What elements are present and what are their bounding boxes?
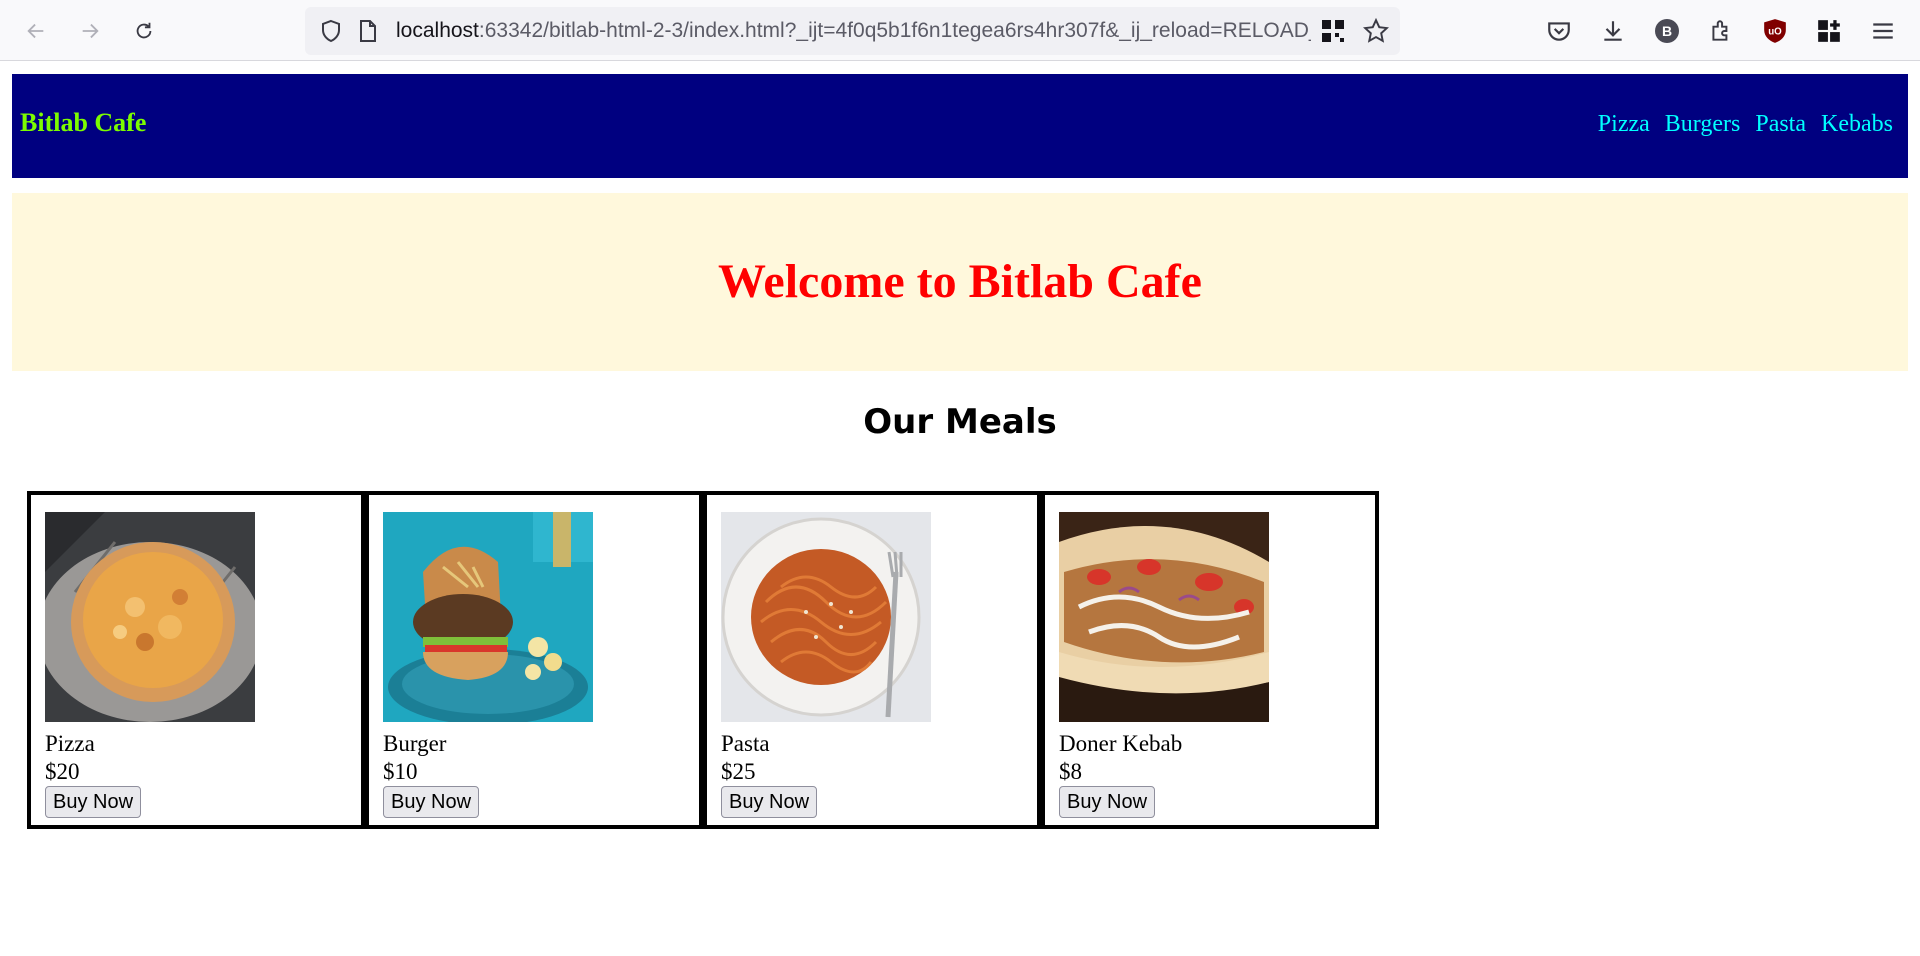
doner-kebab-image — [1059, 512, 1269, 722]
buy-now-button-doner-kebab[interactable]: Buy Now — [1059, 786, 1156, 818]
nav-link-pizza[interactable]: Pizza — [1598, 112, 1650, 136]
meal-price: $20 — [45, 759, 80, 784]
star-icon[interactable] — [1363, 18, 1389, 44]
pasta-image — [721, 512, 931, 722]
menu-button[interactable] — [1869, 17, 1897, 45]
meal-price: $10 — [383, 759, 418, 784]
meal-card-burger: Burger $10 Buy Now — [365, 491, 703, 829]
apps-icon — [1818, 20, 1840, 42]
downloads-button[interactable] — [1599, 17, 1627, 45]
address-bar[interactable]: localhost:63342/bitlab-html-2-3/index.ht… — [305, 7, 1400, 55]
main-nav: Pizza Burgers Pasta Kebabs — [1598, 112, 1893, 136]
ublock-button[interactable]: uO — [1761, 17, 1789, 45]
meal-card-doner-kebab: Doner Kebab $8 Buy Now — [1041, 491, 1379, 829]
meal-name: Pizza — [45, 731, 95, 756]
download-icon — [1604, 21, 1622, 41]
nav-link-kebabs[interactable]: Kebabs — [1821, 112, 1893, 136]
meal-name: Pasta — [721, 731, 770, 756]
meal-price: $25 — [721, 759, 756, 784]
meal-cards: Pizza $20 Buy Now Burger $10 Buy Now Pas… — [27, 491, 1379, 829]
page-icon[interactable] — [357, 19, 379, 43]
reload-button[interactable] — [125, 12, 163, 50]
menu-icon — [1873, 23, 1893, 39]
meal-name: Burger — [383, 731, 447, 756]
profile-icon: B — [1655, 19, 1679, 43]
forward-icon — [82, 23, 99, 39]
meal-card-pizza: Pizza $20 Buy Now — [27, 491, 365, 829]
nav-link-burgers[interactable]: Burgers — [1665, 112, 1741, 136]
ublock-icon: uO — [1764, 19, 1786, 43]
buy-now-button-pizza[interactable]: Buy Now — [45, 786, 142, 818]
back-button[interactable] — [17, 12, 55, 50]
meal-card-pasta: Pasta $25 Buy Now — [703, 491, 1041, 829]
reload-icon — [136, 22, 152, 39]
pocket-icon — [1548, 22, 1570, 41]
profile-button[interactable]: B — [1653, 17, 1681, 45]
url-text[interactable]: localhost:63342/bitlab-html-2-3/index.ht… — [396, 19, 1311, 43]
pizza-image — [45, 512, 255, 722]
site-header: Bitlab Cafe Pizza Burgers Pasta Kebabs — [12, 74, 1908, 178]
buy-now-button-burger[interactable]: Buy Now — [383, 786, 480, 818]
qr-icon[interactable] — [1321, 19, 1345, 43]
extensions-button[interactable] — [1707, 17, 1735, 45]
meals-section-title: Our Meals — [863, 402, 1057, 442]
forward-button[interactable] — [71, 12, 109, 50]
meal-price: $8 — [1059, 759, 1082, 784]
hero-banner: Welcome to Bitlab Cafe — [12, 193, 1908, 371]
hero-title: Welcome to Bitlab Cafe — [718, 255, 1202, 308]
svg-text:uO: uO — [1768, 26, 1782, 37]
shield-icon[interactable] — [319, 19, 343, 43]
nav-link-pasta[interactable]: Pasta — [1755, 112, 1806, 136]
apps-button[interactable] — [1815, 17, 1843, 45]
extensions-icon — [1712, 20, 1728, 41]
browser-toolbar: localhost:63342/bitlab-html-2-3/index.ht… — [0, 0, 1920, 61]
site-brand[interactable]: Bitlab Cafe — [20, 110, 146, 136]
back-icon — [27, 23, 44, 39]
buy-now-button-pasta[interactable]: Buy Now — [721, 786, 818, 818]
burger-image — [383, 512, 593, 722]
pocket-button[interactable] — [1545, 17, 1573, 45]
meal-name: Doner Kebab — [1059, 731, 1183, 756]
